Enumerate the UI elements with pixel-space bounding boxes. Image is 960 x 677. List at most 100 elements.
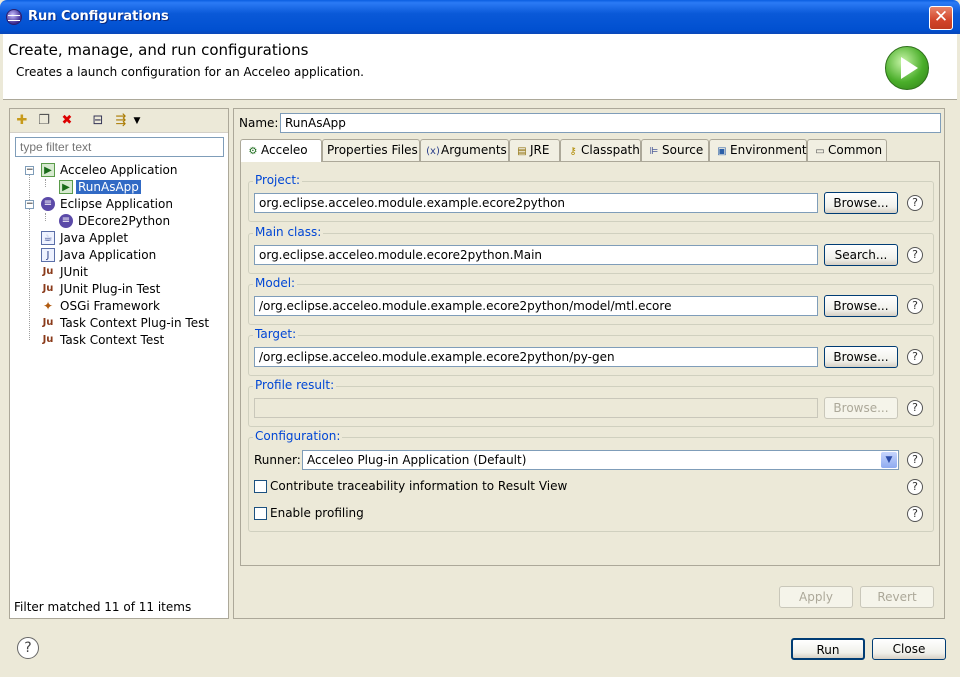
acceleo-app-icon: ▶ [41, 163, 55, 177]
project-browse-button[interactable]: Browse... [824, 192, 898, 214]
eclipse-app-icon: ≡ [41, 197, 55, 211]
profile-browse-button: Browse... [824, 397, 898, 419]
name-field[interactable]: RunAsApp [280, 113, 941, 133]
project-help-icon[interactable]: ? [907, 195, 923, 211]
model-help-icon[interactable]: ? [907, 298, 923, 314]
model-group: Model: /org.eclipse.acceleo.module.examp… [248, 276, 934, 325]
profile-result-group: Profile result: Browse... ? [248, 378, 934, 427]
collapse-icon[interactable]: − [25, 200, 34, 209]
help-icon[interactable]: ? [17, 637, 39, 659]
window-close-button[interactable]: ✕ [929, 6, 953, 30]
config-editor-panel: Name: RunAsApp ⚙ Acceleo Properties Files… [233, 108, 945, 619]
header-banner: Create, manage, and run configurations C… [3, 34, 957, 100]
project-field[interactable]: org.eclipse.acceleo.module.example.ecore… [254, 193, 818, 213]
config-tabs: ⚙ Acceleo Properties Files (x)Arguments ▤… [240, 139, 940, 162]
tree-item-osgi-framework[interactable]: ✦ OSGi Framework [43, 298, 162, 315]
java-app-icon: J [41, 248, 55, 262]
model-browse-button[interactable]: Browse... [824, 295, 898, 317]
tab-arguments[interactable]: (x)Arguments [420, 139, 509, 161]
acceleo-tab-icon: ⚙ [248, 146, 258, 157]
tree-item-task-context-plugin-test[interactable]: Ju Task Context Plug-in Test [43, 315, 211, 332]
source-icon: ⊫ [649, 146, 659, 157]
eclipse-config-icon: ≡ [59, 214, 73, 228]
tab-source[interactable]: ⊫ Source [641, 139, 709, 161]
dropdown-arrow-icon[interactable]: ▼ [132, 113, 142, 129]
close-button[interactable]: Close [872, 638, 946, 660]
tab-environment[interactable]: ▣ Environment [709, 139, 807, 161]
task-context-plugin-icon: Ju [42, 317, 54, 328]
model-label: Model: [253, 276, 298, 290]
new-config-icon[interactable]: ✚ [14, 113, 30, 129]
traceability-checkbox[interactable] [254, 480, 267, 493]
tree-item-runasapp[interactable]: ▶ RunAsApp [59, 179, 141, 196]
tree-item-junit[interactable]: Ju JUnit [43, 264, 90, 281]
tree-item-java-application[interactable]: J Java Application [41, 247, 158, 264]
profile-help-icon[interactable]: ? [907, 400, 923, 416]
target-field[interactable]: /org.eclipse.acceleo.module.example.ecor… [254, 347, 818, 367]
profiling-help-icon[interactable]: ? [907, 506, 923, 522]
arguments-icon: (x) [426, 146, 440, 157]
jre-icon: ▤ [517, 146, 527, 157]
runner-label: Runner: [254, 453, 301, 467]
tree-item-junit-plugin-test[interactable]: Ju JUnit Plug-in Test [43, 281, 162, 298]
main-class-search-button[interactable]: Search... [824, 244, 898, 266]
runner-select[interactable]: Acceleo Plug-in Application (Default) ▼ [302, 450, 899, 470]
traceability-help-icon[interactable]: ? [907, 479, 923, 495]
profile-result-label: Profile result: [253, 378, 337, 392]
banner-description: Creates a launch configuration for an Ac… [16, 65, 364, 79]
tab-classpath[interactable]: ⚷ Classpath [560, 139, 641, 161]
chevron-down-icon[interactable]: ▼ [881, 452, 897, 468]
task-context-icon: Ju [42, 334, 54, 345]
title-bar: Run Configurations ✕ [0, 0, 960, 34]
common-icon: ▭ [815, 146, 825, 157]
delete-icon[interactable]: ✖ [59, 113, 75, 129]
tree-item-task-context-test[interactable]: Ju Task Context Test [43, 332, 166, 349]
tree-item-java-applet[interactable]: ☕ Java Applet [41, 230, 130, 247]
run-configurations-dialog: Run Configurations ✕ Create, manage, and… [0, 0, 960, 677]
revert-button[interactable]: Revert [860, 586, 934, 608]
acceleo-tab-content: Project: org.eclipse.acceleo.module.exam… [240, 161, 940, 566]
run-button[interactable]: Run [791, 638, 865, 660]
environment-icon: ▣ [717, 146, 727, 157]
apply-button[interactable]: Apply [779, 586, 853, 608]
main-class-label: Main class: [253, 225, 324, 239]
collapse-icon[interactable]: − [25, 166, 34, 175]
run-graphic-icon [885, 46, 929, 90]
window-title: Run Configurations [28, 9, 169, 24]
tree-item-decore2python[interactable]: ≡ DEcore2Python [59, 213, 172, 230]
tab-common[interactable]: ▭ Common [807, 139, 887, 161]
osgi-icon: ✦ [42, 299, 54, 313]
tree-item-acceleo-application[interactable]: − ▶ Acceleo Application [25, 162, 180, 179]
profiling-label: Enable profiling [270, 506, 364, 520]
profile-result-field [254, 398, 818, 418]
tree-item-eclipse-application[interactable]: − ≡ Eclipse Application [25, 196, 175, 213]
main-class-field[interactable]: org.eclipse.acceleo.module.ecore2python.… [254, 245, 818, 265]
tab-acceleo[interactable]: ⚙ Acceleo [240, 139, 322, 162]
filter-icon[interactable]: ⇶ [113, 113, 129, 129]
target-browse-button[interactable]: Browse... [824, 346, 898, 368]
runner-help-icon[interactable]: ? [907, 452, 923, 468]
configuration-label: Configuration: [253, 429, 343, 443]
filter-input[interactable] [15, 137, 224, 157]
duplicate-icon[interactable]: ❐ [36, 113, 52, 129]
tab-properties-files[interactable]: Properties Files [322, 139, 420, 161]
acceleo-config-icon: ▶ [59, 180, 73, 194]
java-applet-icon: ☕ [41, 231, 55, 245]
main-class-help-icon[interactable]: ? [907, 247, 923, 263]
target-group: Target: /org.eclipse.acceleo.module.exam… [248, 327, 934, 376]
configuration-group: Configuration: Runner: Acceleo Plug-in A… [248, 429, 934, 532]
model-field[interactable]: /org.eclipse.acceleo.module.example.ecor… [254, 296, 818, 316]
target-help-icon[interactable]: ? [907, 349, 923, 365]
traceability-label: Contribute traceability information to R… [270, 479, 568, 493]
junit-plugin-icon: Ju [42, 283, 54, 294]
tree-toolbar: ✚ ❐ ✖ ⊟ ⇶ ▼ [10, 109, 228, 133]
profiling-checkbox[interactable] [254, 507, 267, 520]
name-label: Name: [239, 116, 279, 130]
project-label: Project: [253, 173, 303, 187]
main-class-group: Main class: org.eclipse.acceleo.module.e… [248, 225, 934, 274]
launch-config-tree-panel: ✚ ❐ ✖ ⊟ ⇶ ▼ − ▶ Acceleo Application ▶ Ru… [9, 108, 229, 619]
eclipse-icon [6, 9, 22, 25]
tab-jre[interactable]: ▤ JRE [509, 139, 560, 161]
collapse-all-icon[interactable]: ⊟ [90, 113, 106, 129]
filter-status: Filter matched 11 of 11 items [14, 600, 192, 614]
